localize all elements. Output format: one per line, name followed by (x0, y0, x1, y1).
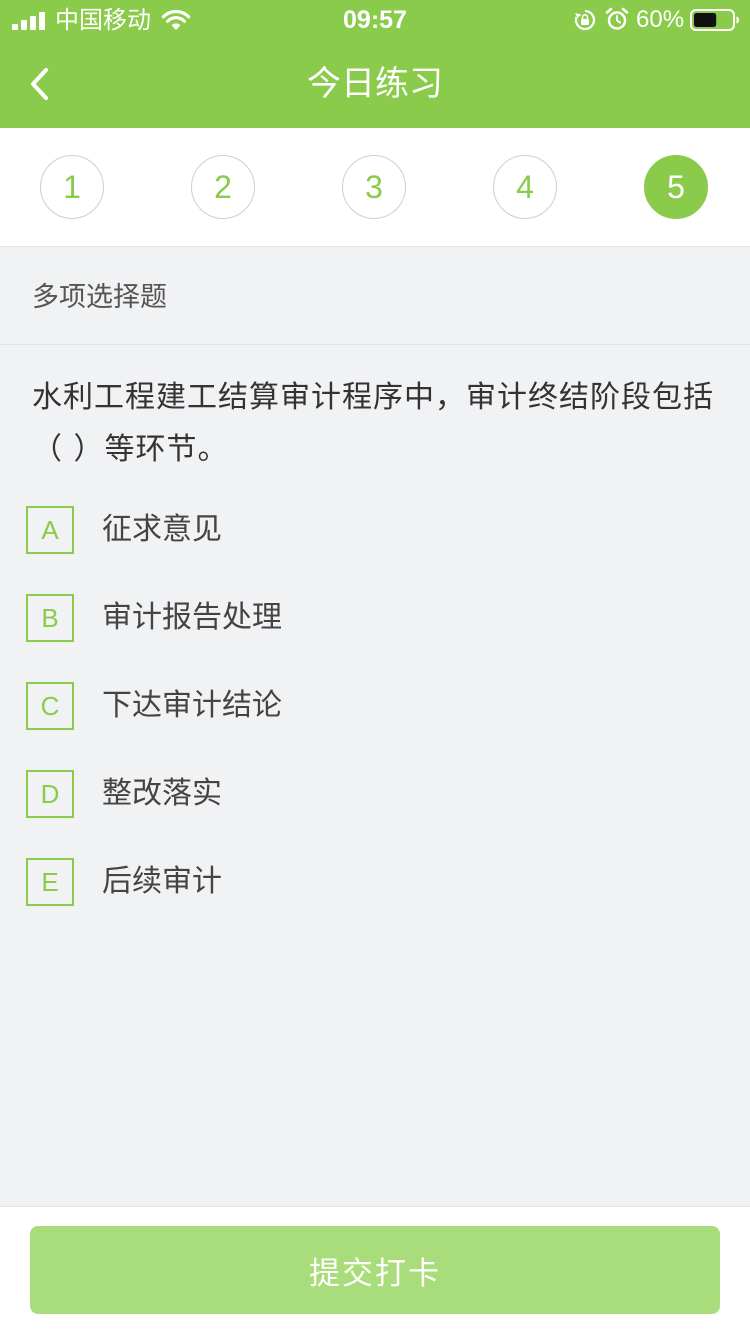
option-e[interactable]: E 后续审计 (26, 858, 716, 910)
submit-checkin-button[interactable]: 提交打卡 (30, 1226, 720, 1314)
option-a[interactable]: A 征求意见 (26, 506, 716, 558)
option-text: 下达审计结论 (102, 688, 282, 723)
question-tab-1[interactable]: 1 (40, 155, 104, 219)
battery-icon (690, 9, 739, 31)
orientation-lock-icon (574, 9, 596, 31)
option-letter-box: C (26, 682, 74, 730)
question-type-label: 多项选择题 (32, 282, 167, 313)
option-text: 审计报告处理 (102, 600, 282, 635)
option-text: 整改落实 (102, 776, 222, 811)
question-type-bar: 多项选择题 (0, 247, 750, 345)
battery-percentage: 60% (636, 6, 685, 33)
option-d[interactable]: D 整改落实 (26, 770, 716, 822)
question-text: 水利工程建工结算审计程序中，审计终结阶段包括（ ）等环节。 (32, 380, 714, 467)
app-header: 中国移动 09:57 60% 今日练习 (0, 0, 750, 128)
question-tab-4[interactable]: 4 (493, 155, 557, 219)
option-letter-box: E (26, 858, 74, 906)
option-text: 后续审计 (102, 864, 222, 899)
question-tab-3[interactable]: 3 (342, 155, 406, 219)
option-letter-box: D (26, 770, 74, 818)
option-text: 征求意见 (102, 512, 222, 547)
option-c[interactable]: C 下达审计结论 (26, 682, 716, 734)
option-letter-box: B (26, 594, 74, 642)
back-button[interactable] (18, 58, 62, 110)
option-letter-box: A (26, 506, 74, 554)
alarm-icon (605, 7, 629, 30)
question-tab-2[interactable]: 2 (191, 155, 255, 219)
question-number-tabs: 1 2 3 4 5 (0, 128, 750, 247)
status-bar: 中国移动 09:57 60% (0, 0, 750, 40)
question-tab-5[interactable]: 5 (644, 155, 708, 219)
bottom-bar: 提交打卡 (0, 1206, 750, 1334)
option-b[interactable]: B 审计报告处理 (26, 594, 716, 646)
chevron-left-icon (31, 68, 48, 100)
page-title: 今日练习 (307, 64, 443, 104)
